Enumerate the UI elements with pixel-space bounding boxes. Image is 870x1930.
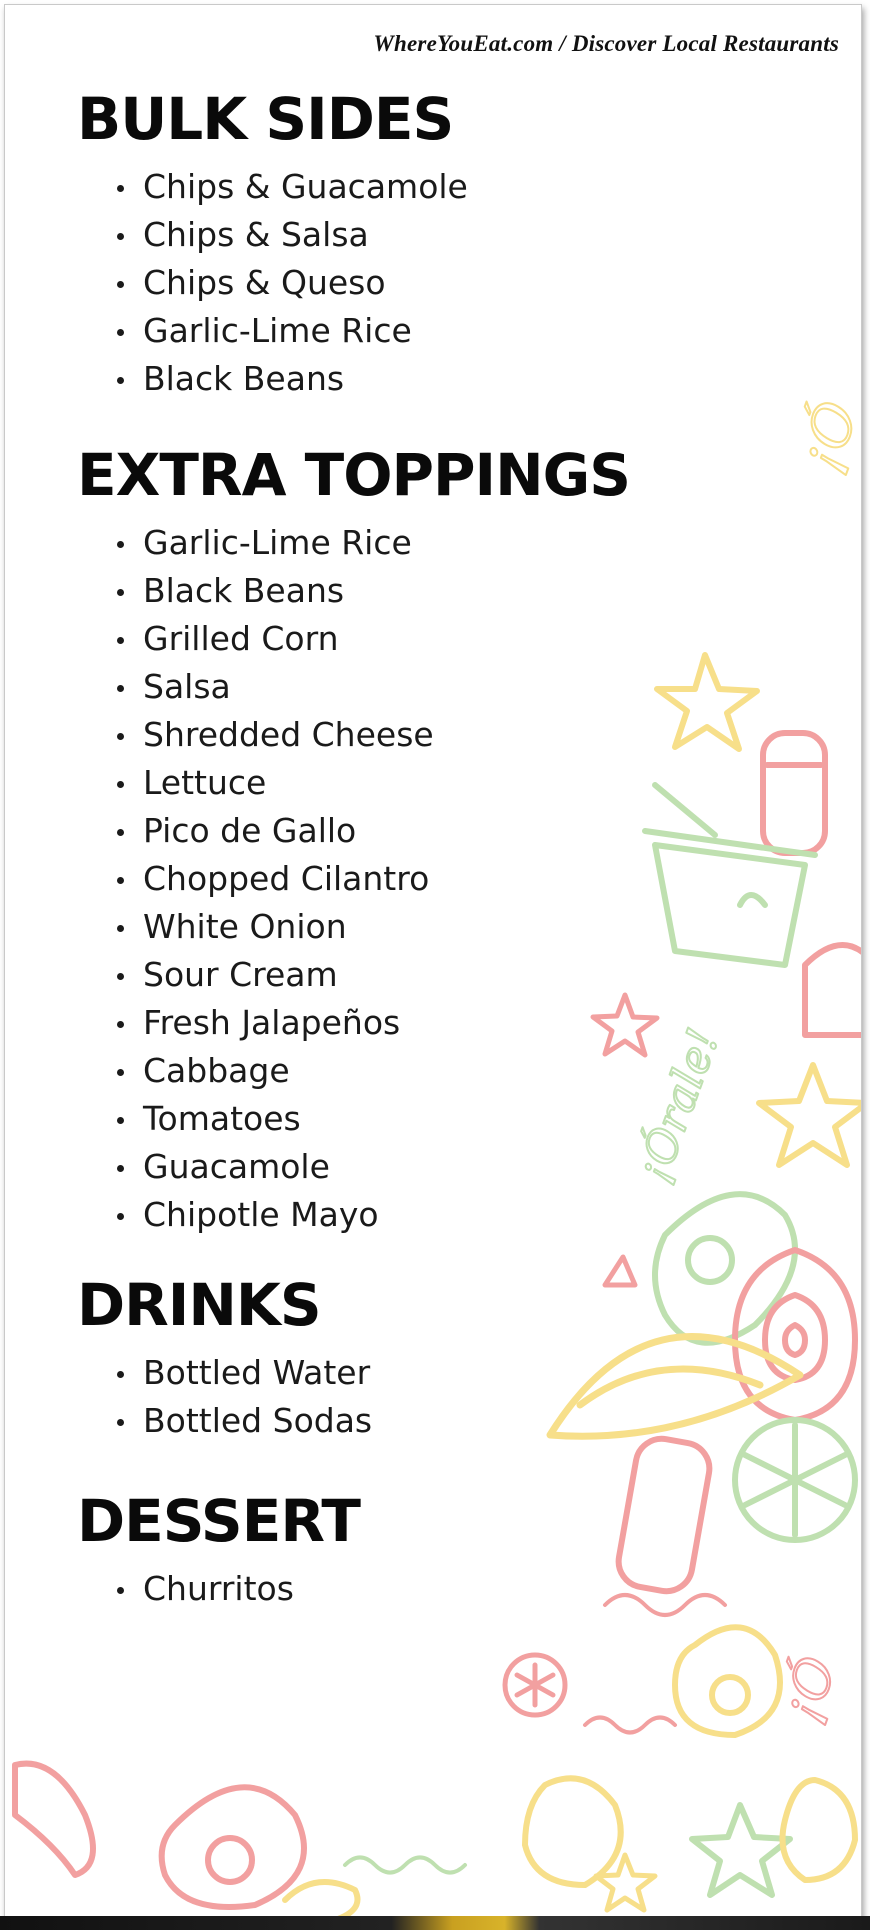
list-item: Cabbage (117, 1047, 630, 1095)
section-heading: DESSERT (77, 1487, 361, 1555)
list-item: Chipotle Mayo (117, 1191, 630, 1239)
bulk-sides-section: BULK SIDES Chips & Guacamole Chips & Sal… (77, 87, 468, 403)
star-doodle (689, 1802, 793, 1898)
list-item: Black Beans (117, 567, 630, 615)
list-item: Chopped Cilantro (117, 855, 630, 903)
list-item: Salsa (117, 663, 630, 711)
drinks-section: DRINKS Bottled Water Bottled Sodas (77, 1273, 372, 1445)
menu-page: ¡Órale! ¡Ó ¡Ó WhereYouEat.com / Discover… (4, 4, 862, 1918)
list-item: Sour Cream (117, 951, 630, 999)
lemon-doodle (779, 1777, 858, 1883)
squiggle-doodle (343, 1855, 467, 1875)
list-item: Lettuce (117, 759, 630, 807)
orale-script-doodle: ¡Ó (785, 393, 861, 480)
drink-cup-doodle (642, 782, 818, 968)
orale-script-doodle: ¡Ó (769, 1649, 849, 1730)
list-item: Chips & Queso (117, 259, 468, 307)
list-item: Tomatoes (117, 1095, 630, 1143)
taco-doodle (546, 1333, 804, 1440)
list-item: Fresh Jalapeños (117, 999, 630, 1047)
list-item: Chips & Guacamole (117, 163, 468, 211)
scan-edge-strip (0, 1916, 870, 1930)
dessert-section: DESSERT Churritos (77, 1487, 361, 1613)
section-heading: BULK SIDES (77, 85, 454, 153)
list-item: Chips & Salsa (117, 211, 468, 259)
list-item: Churritos (117, 1565, 360, 1613)
triangle-doodle (602, 1254, 638, 1288)
avocado-doodle (672, 1624, 783, 1738)
list-item: Black Beans (117, 355, 468, 403)
star-doodle (593, 1852, 658, 1913)
list-item: White Onion (117, 903, 630, 951)
star-doodle (654, 652, 760, 752)
list-item: Guacamole (117, 1143, 630, 1191)
list-item: Pico de Gallo (117, 807, 630, 855)
menu-item-list: Chips & Guacamole Chips & Salsa Chips & … (77, 163, 468, 403)
taco-doodle (802, 942, 861, 1038)
list-item: Grilled Corn (117, 615, 630, 663)
lime-slice-doodle (732, 1417, 858, 1543)
avocado-doodle (652, 1191, 798, 1346)
list-item: Garlic-Lime Rice (117, 519, 630, 567)
extra-toppings-section: EXTRA TOPPINGS Garlic-Lime Rice Black Be… (77, 441, 631, 1239)
section-heading: DRINKS (77, 1271, 322, 1339)
section-heading: EXTRA TOPPINGS (77, 441, 631, 509)
list-item: Garlic-Lime Rice (117, 307, 468, 355)
source-watermark: WhereYouEat.com / Discover Local Restaur… (373, 31, 839, 56)
onion-doodle (732, 1247, 858, 1423)
menu-item-list: Garlic-Lime Rice Black Beans Grilled Cor… (77, 519, 630, 1239)
tomato-doodle (502, 1652, 568, 1718)
menu-item-list: Churritos (77, 1565, 360, 1613)
lemon-doodle (282, 1879, 361, 1917)
menu-item-list: Bottled Water Bottled Sodas (77, 1349, 372, 1445)
squiggle-doodle (583, 1593, 727, 1735)
list-item: Bottled Sodas (117, 1397, 372, 1445)
list-item: Shredded Cheese (117, 711, 630, 759)
burrito-doodle (615, 1435, 713, 1595)
avocado-doodle (158, 1784, 307, 1910)
pepper-doodle (12, 1760, 96, 1878)
list-item: Bottled Water (117, 1349, 372, 1397)
star-doodle (756, 1062, 861, 1168)
lemon-doodle (522, 1775, 624, 1888)
burrito-doodle (760, 730, 828, 856)
